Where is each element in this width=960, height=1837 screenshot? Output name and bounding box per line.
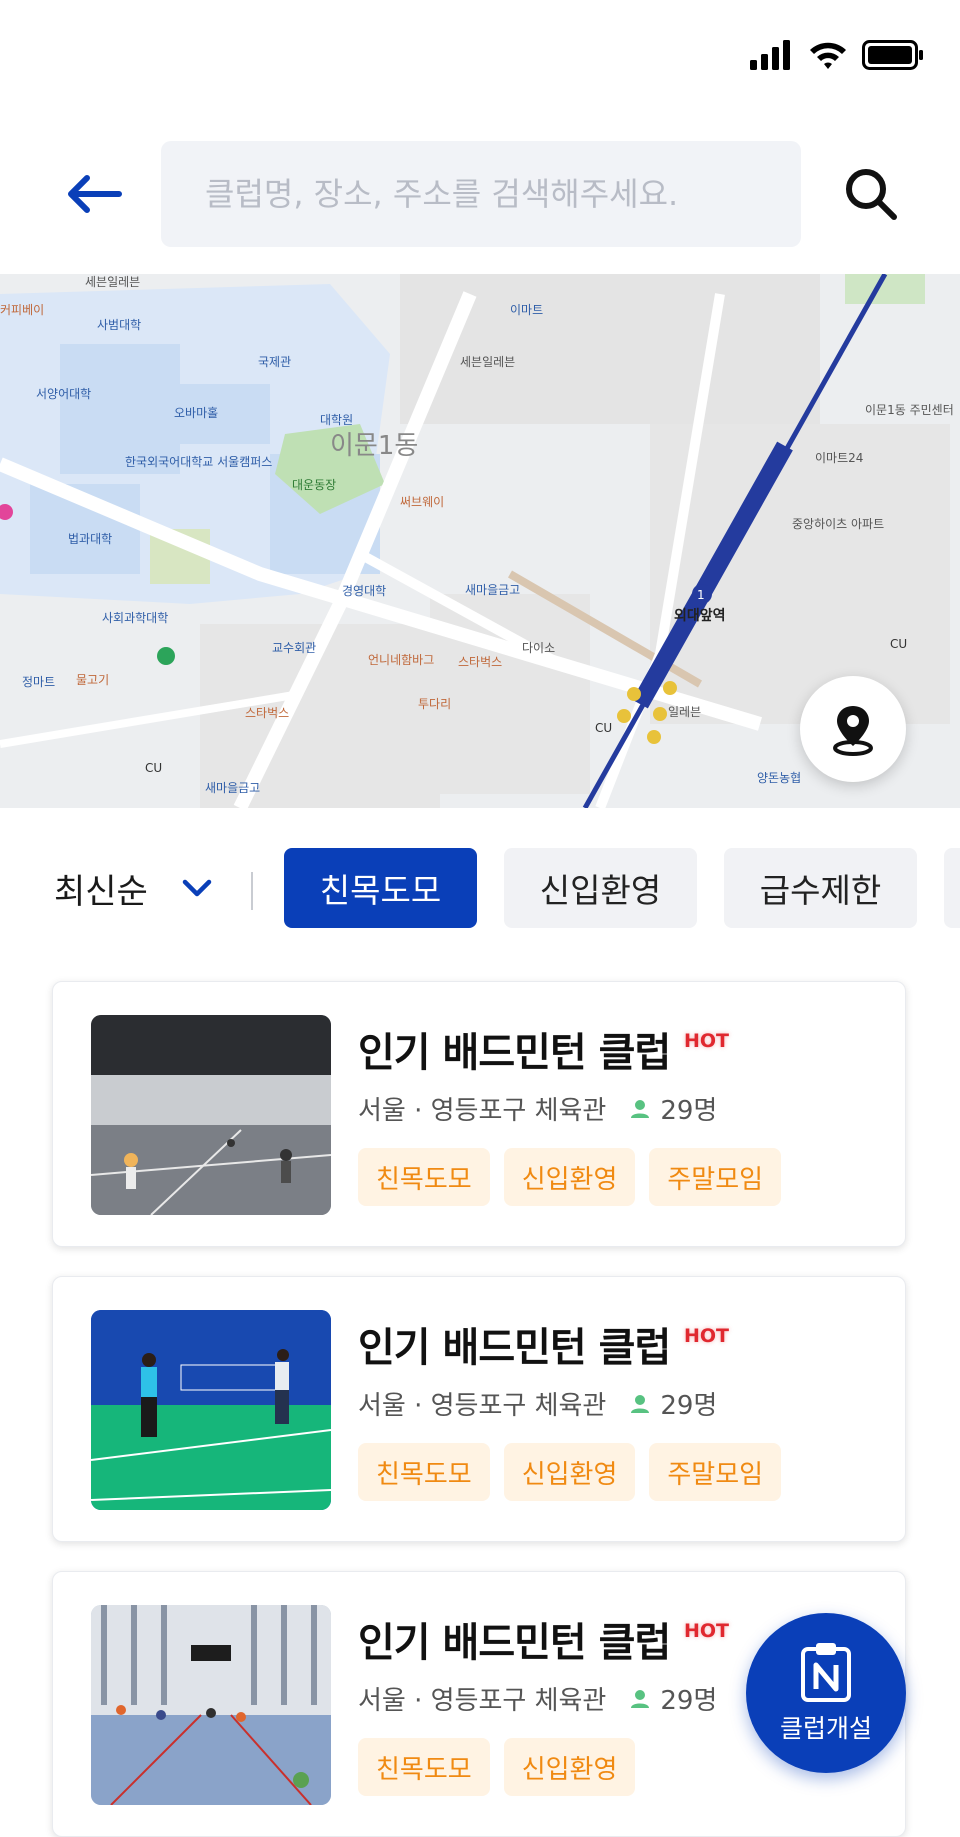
person-icon — [631, 1689, 650, 1708]
chevron-down-icon — [182, 879, 212, 897]
map-label-field: 대운동장 — [292, 478, 336, 492]
current-location-button[interactable] — [800, 676, 906, 782]
clipboard-n-icon — [801, 1643, 851, 1702]
status-bar — [0, 0, 960, 110]
chip-newcomer[interactable]: 신입환영 — [504, 848, 697, 928]
person-icon — [631, 1394, 650, 1413]
hot-badge: HOT — [684, 1030, 730, 1052]
club-tag: 친목도모 — [358, 1443, 490, 1501]
filter-bar: 최신순 친목도모 신입환영 급수제한 — [0, 848, 960, 928]
map-label-cu2: CU — [890, 637, 907, 651]
create-club-label: 클럽개설 — [779, 1714, 872, 1743]
member-count: 29명 — [630, 1385, 717, 1422]
club-title: 인기 배드민턴 클럽 — [358, 1620, 671, 1666]
map-label-gukje: 국제관 — [258, 355, 291, 369]
club-tag: 주말모임 — [649, 1148, 782, 1206]
club-meta: 서울 · 영등포구 체육관 29명 — [358, 1385, 717, 1422]
map-label-seven2: 세븐일레븐 — [85, 275, 140, 289]
arrow-left-icon — [68, 175, 122, 213]
club-tag: 친목도모 — [358, 1148, 490, 1206]
map-label-law: 법과대학 — [68, 532, 112, 546]
search-header — [0, 141, 960, 247]
map-label-starbucks2: 스타벅스 — [245, 706, 289, 720]
club-location: 서울 · 영등포구 체육관 — [358, 1686, 607, 1716]
person-icon — [631, 1099, 650, 1118]
search-icon — [846, 169, 897, 220]
svg-text:1: 1 — [697, 588, 705, 602]
member-count-value: 29명 — [660, 1096, 718, 1126]
create-club-button[interactable]: 클럽개설 — [746, 1613, 906, 1773]
club-tag: 주말모임 — [649, 1443, 782, 1501]
member-count-value: 29명 — [660, 1686, 718, 1716]
hot-badge: HOT — [684, 1620, 730, 1642]
search-button[interactable] — [836, 159, 906, 229]
map-label-univ: 한국외국어대학교 서울캠퍼스 — [125, 455, 272, 469]
club-location: 서울 · 영등포구 체육관 — [358, 1096, 607, 1126]
search-input[interactable] — [161, 141, 801, 247]
map-label-cu3: CU — [145, 761, 162, 775]
sort-label: 최신순 — [54, 871, 148, 912]
sort-dropdown[interactable]: 최신순 — [54, 848, 212, 928]
member-count: 29명 — [630, 1090, 717, 1127]
club-card[interactable]: 인기 배드민턴 클럽 HOT 서울 · 영등포구 체육관 29명 친목도모 신입… — [52, 1276, 906, 1542]
map-label-saemaeul1: 새마을금고 — [465, 583, 520, 597]
status-icons — [750, 40, 924, 70]
club-location: 서울 · 영등포구 체육관 — [358, 1391, 607, 1421]
map-label-subway: 써브웨이 — [400, 495, 444, 509]
club-tags: 친목도모 신입환영 주말모임 — [358, 1443, 782, 1501]
map-label-eonni: 언니네함바그 — [368, 653, 434, 667]
club-tag: 신입환영 — [503, 1443, 636, 1501]
map-label-gyeongyoung: 경영대학 — [342, 584, 386, 598]
map-pin-icon — [833, 706, 873, 756]
map-label-daehakwon: 대학원 — [320, 413, 353, 427]
club-tags: 친목도모 신입환영 — [358, 1738, 636, 1796]
battery-icon — [862, 40, 923, 70]
map-label-coffeebay: 커피베이 — [0, 303, 44, 317]
map-label-ilrebeun: 일레븐 — [668, 705, 701, 719]
map-label-tuderi: 투다리 — [418, 697, 451, 711]
club-tag: 친목도모 — [358, 1738, 490, 1796]
club-tags: 친목도모 신입환영 주말모임 — [358, 1148, 782, 1206]
club-title: 인기 배드민턴 클럽 — [358, 1030, 671, 1076]
map-label-obama: 오바마홀 — [174, 406, 218, 420]
map-label-gogi: 물고기 — [76, 673, 109, 687]
club-tag: 신입환영 — [503, 1738, 636, 1796]
club-title: 인기 배드민턴 클럽 — [358, 1325, 671, 1371]
map-label-station: 외대앞역 — [674, 607, 726, 624]
wifi-icon — [810, 42, 846, 69]
club-card[interactable]: 인기 배드민턴 클럽 HOT 서울 · 영등포구 체육관 29명 친목도모 신입… — [52, 981, 906, 1247]
hot-badge: HOT — [684, 1325, 730, 1347]
map-label-saemaeul2: 새마을금고 — [205, 781, 260, 795]
club-thumbnail — [91, 1605, 331, 1805]
chip-overflow[interactable] — [944, 848, 960, 928]
club-meta: 서울 · 영등포구 체육관 29명 — [358, 1090, 717, 1127]
chip-level-limit[interactable]: 급수제한 — [724, 848, 917, 928]
club-thumbnail — [91, 1310, 331, 1510]
map-label-seoyang: 서양어대학 — [36, 387, 91, 401]
club-thumbnail — [91, 1015, 331, 1215]
map-label-seven: 세븐일레븐 — [460, 355, 515, 369]
member-count: 29명 — [630, 1680, 717, 1717]
map-label-daiso: 다이소 — [522, 641, 555, 655]
signal-icon — [750, 40, 790, 70]
divider — [251, 872, 253, 910]
map-label-emart: 이마트 — [510, 303, 543, 317]
club-meta: 서울 · 영등포구 체육관 29명 — [358, 1680, 717, 1717]
map-label-yangdong: 양돈농협 — [757, 771, 801, 785]
map-label-sabeom: 사범대학 — [97, 318, 141, 332]
map-label-starbucks1: 스타벅스 — [458, 655, 502, 669]
map-label-dong: 이문1동 — [330, 431, 418, 461]
chip-friendship[interactable]: 친목도모 — [284, 848, 477, 928]
map-label-apt: 중앙하이츠 아파트 — [792, 517, 884, 531]
club-tag: 신입환영 — [503, 1148, 636, 1206]
map-label-social: 사회과학대학 — [102, 611, 168, 625]
map-label-cu1: CU — [595, 721, 612, 735]
back-button[interactable] — [58, 159, 128, 229]
map-label-mart: 정마트 — [22, 675, 55, 689]
map-label-emart24: 이마트24 — [815, 451, 863, 465]
member-count-value: 29명 — [660, 1391, 718, 1421]
map-label-gyosu: 교수회관 — [272, 641, 316, 655]
map-label-center: 이문1동 주민센터 — [865, 403, 954, 417]
